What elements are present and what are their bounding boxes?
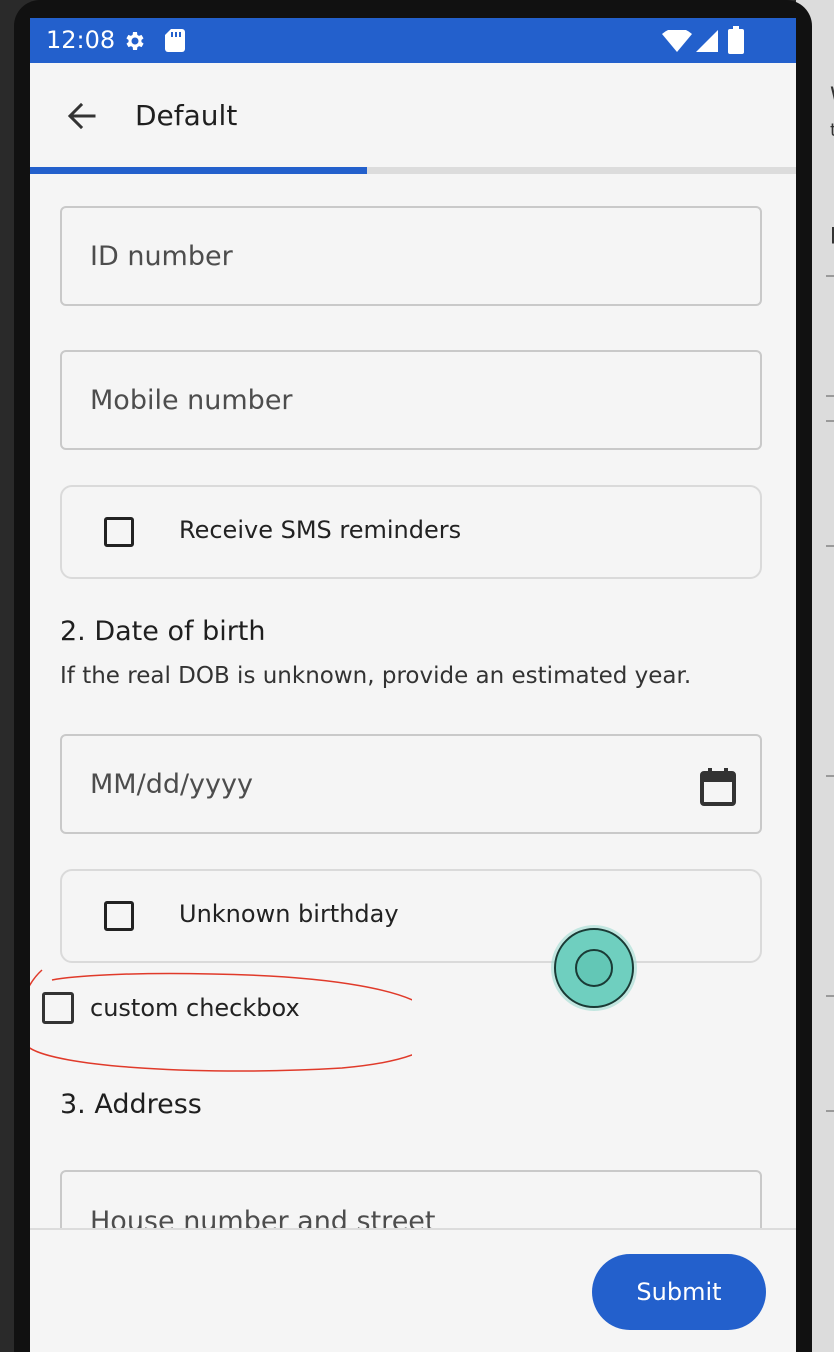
app-screen: 12:08 Default ID number Mobile number Re… bbox=[30, 18, 796, 1352]
page-title: Default bbox=[135, 99, 238, 132]
mobile-number-field[interactable]: Mobile number bbox=[60, 350, 762, 450]
custom-checkbox-row[interactable]: custom checkbox bbox=[42, 990, 442, 1030]
background-divider bbox=[826, 545, 834, 547]
sms-reminders-card[interactable]: Receive SMS reminders bbox=[60, 485, 762, 579]
background-divider bbox=[826, 1110, 834, 1112]
mobile-number-placeholder: Mobile number bbox=[90, 384, 293, 416]
wifi-icon bbox=[662, 30, 692, 52]
status-bar: 12:08 bbox=[30, 18, 796, 63]
arrow-back-icon[interactable] bbox=[66, 100, 98, 132]
battery-icon bbox=[728, 26, 744, 54]
progress-bar-fill bbox=[30, 167, 368, 174]
status-time: 12:08 bbox=[46, 26, 116, 54]
unknown-birthday-checkbox[interactable] bbox=[104, 901, 134, 931]
address-section-title: 3. Address bbox=[60, 1089, 202, 1120]
background-divider bbox=[826, 775, 834, 777]
signal-icon bbox=[696, 30, 718, 52]
custom-checkbox-label: custom checkbox bbox=[90, 994, 300, 1022]
dob-field[interactable]: MM/dd/yyyy bbox=[60, 734, 762, 834]
background-divider bbox=[826, 995, 834, 997]
bottom-action-bar: Submit bbox=[30, 1228, 796, 1352]
id-number-field[interactable]: ID number bbox=[60, 206, 762, 306]
sd-card-icon bbox=[165, 29, 185, 52]
background-text: W bbox=[830, 84, 834, 109]
sms-reminders-label: Receive SMS reminders bbox=[179, 516, 462, 544]
unknown-birthday-card[interactable]: Unknown birthday bbox=[60, 869, 762, 963]
unknown-birthday-label: Unknown birthday bbox=[179, 900, 399, 928]
submit-button[interactable]: Submit bbox=[592, 1254, 766, 1330]
background-divider bbox=[826, 395, 834, 397]
calendar-icon[interactable] bbox=[700, 768, 736, 806]
background-text: t bbox=[830, 120, 834, 141]
sms-reminders-checkbox[interactable] bbox=[104, 517, 134, 547]
gear-icon bbox=[126, 32, 144, 50]
progress-bar bbox=[30, 167, 796, 174]
dob-section-help: If the real DOB is unknown, provide an e… bbox=[60, 663, 692, 689]
background-text: p bbox=[830, 220, 834, 245]
dob-section-title: 2. Date of birth bbox=[60, 616, 266, 647]
dob-placeholder: MM/dd/yyyy bbox=[90, 768, 253, 800]
background-divider bbox=[826, 275, 834, 277]
custom-checkbox[interactable] bbox=[42, 992, 74, 1024]
id-number-placeholder: ID number bbox=[90, 240, 233, 272]
app-bar: Default bbox=[30, 63, 796, 170]
touch-indicator bbox=[554, 928, 634, 1008]
background-divider bbox=[826, 420, 834, 422]
